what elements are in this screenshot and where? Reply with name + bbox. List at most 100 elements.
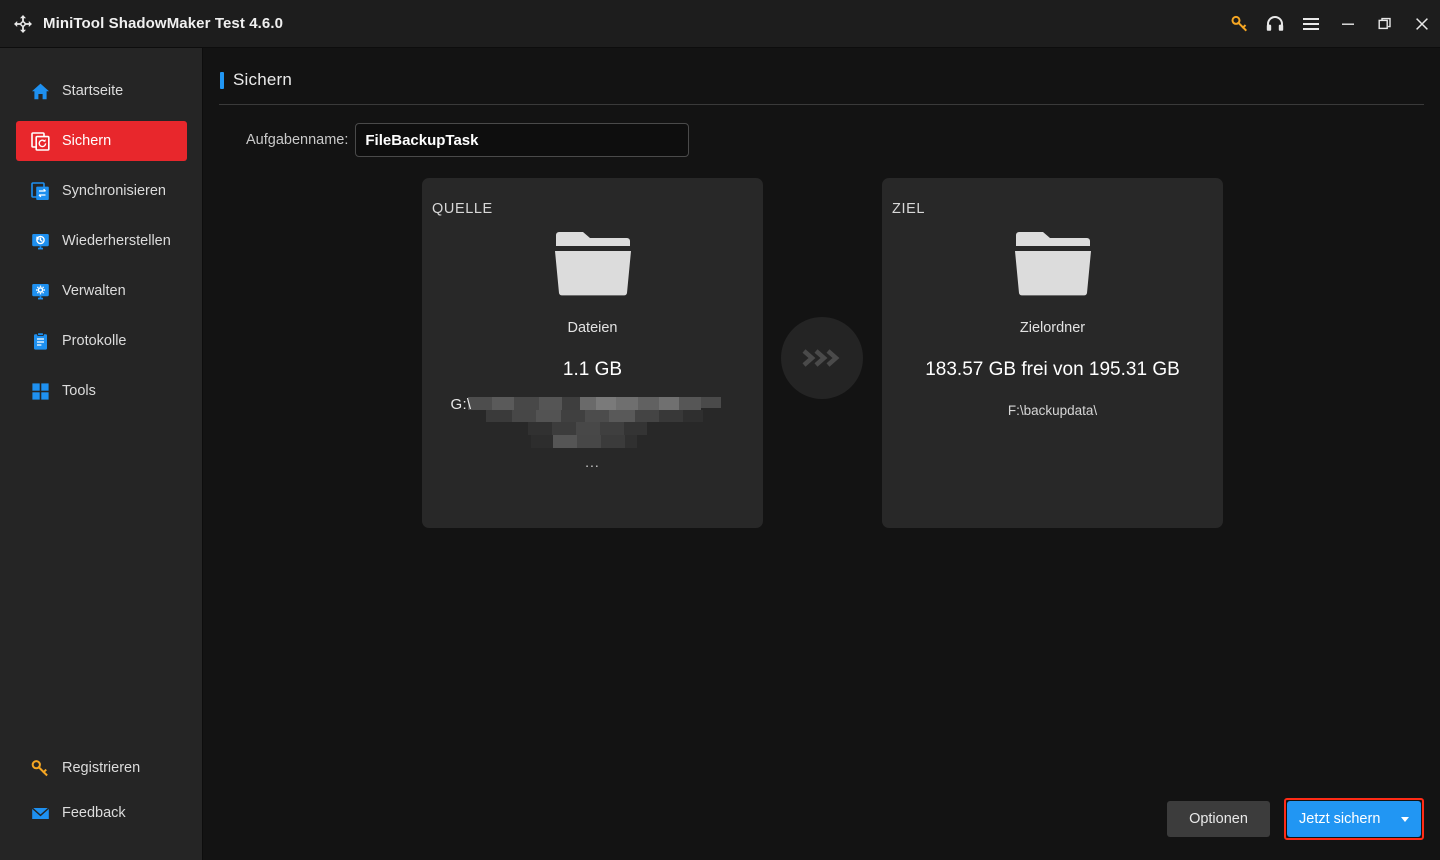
tools-grid-icon <box>30 381 50 401</box>
sidebar-item-startseite[interactable]: Startseite <box>16 71 187 111</box>
page-header: Sichern Aufgabenname: <box>203 48 1440 157</box>
sidebar-item-synchronisieren[interactable]: Synchronisieren <box>16 171 187 211</box>
close-icon[interactable] <box>1403 0 1440 48</box>
logs-clipboard-icon <box>30 331 50 351</box>
sidebar-item-wiederherstellen[interactable]: Wiederherstellen <box>16 221 187 261</box>
sidebar-item-label: Verwalten <box>62 283 126 299</box>
destination-card-tag: ZIEL <box>892 201 925 217</box>
title-accent-bar <box>220 72 224 89</box>
task-name-input[interactable] <box>355 123 689 157</box>
window-title: MiniTool ShadowMaker Test 4.6.0 <box>43 15 283 32</box>
page-title: Sichern <box>233 70 292 90</box>
redaction-block <box>562 397 580 410</box>
redaction-block <box>528 422 552 435</box>
header-divider <box>219 104 1424 105</box>
redaction-block <box>616 397 638 410</box>
sync-icon <box>30 181 50 201</box>
hamburger-menu-icon[interactable] <box>1293 0 1329 48</box>
destination-card-capacity: 183.57 GB frei von 195.31 GB <box>925 359 1180 381</box>
redaction-block <box>514 397 539 410</box>
redaction-block <box>492 397 514 410</box>
source-path-redacted: G:\ <box>443 396 743 474</box>
task-name-row: Aufgabenname: <box>219 123 1424 157</box>
main-spacer <box>203 528 1440 798</box>
redaction-block <box>552 422 576 435</box>
source-path-prefix: G:\ <box>451 396 472 413</box>
sidebar-item-tools[interactable]: Tools <box>16 371 187 411</box>
sidebar-item-registrieren[interactable]: Registrieren <box>16 748 187 788</box>
redaction-block <box>635 410 659 422</box>
redaction-block <box>580 397 596 410</box>
sidebar-spacer <box>0 416 202 743</box>
redaction-block <box>512 410 536 422</box>
folder-icon <box>553 230 633 301</box>
key-icon <box>30 758 50 778</box>
destination-card-kind: Zielordner <box>1020 320 1085 336</box>
sidebar-item-label: Sichern <box>62 133 111 149</box>
sidebar-item-verwalten[interactable]: Verwalten <box>16 271 187 311</box>
chevron-down-icon[interactable] <box>1401 817 1409 822</box>
redaction-block <box>585 410 609 422</box>
redaction-block <box>576 422 600 435</box>
sidebar-item-label: Registrieren <box>62 760 140 776</box>
redaction-block <box>659 410 683 422</box>
redaction-block <box>659 397 679 410</box>
sidebar-item-label: Startseite <box>62 83 123 99</box>
backup-now-label: Jetzt sichern <box>1299 811 1380 827</box>
action-bar: Optionen Jetzt sichern <box>203 798 1440 860</box>
redaction-block <box>486 410 512 422</box>
title-bar-controls <box>1221 0 1440 48</box>
sidebar-item-feedback[interactable]: Feedback <box>16 793 187 833</box>
redaction-block <box>679 397 701 410</box>
sidebar: Startseite Sichern <box>0 48 203 860</box>
folder-icon <box>1013 230 1093 301</box>
task-name-label: Aufgabenname: <box>246 132 348 148</box>
source-card[interactable]: QUELLE Dateien 1.1 GB G:\ <box>422 178 763 528</box>
redaction-block <box>553 435 577 448</box>
source-path-ellipsis: ... <box>443 454 743 470</box>
sidebar-item-label: Protokolle <box>62 333 126 349</box>
sidebar-item-protokolle[interactable]: Protokolle <box>16 321 187 361</box>
home-icon <box>30 81 50 101</box>
restore-window-icon[interactable] <box>1366 0 1403 48</box>
backup-cards-area: QUELLE Dateien 1.1 GB G:\ <box>203 178 1440 528</box>
backup-icon <box>30 131 50 151</box>
redaction-block <box>577 435 601 448</box>
redaction-block <box>561 410 585 422</box>
destination-card[interactable]: ZIEL Zielordner 183.57 GB frei von 195.3… <box>882 178 1223 528</box>
backup-now-button[interactable]: Jetzt sichern <box>1287 801 1421 837</box>
options-button[interactable]: Optionen <box>1167 801 1270 837</box>
shadowmaker-logo-icon <box>12 13 34 35</box>
application-window: MiniTool ShadowMaker Test 4.6.0 <box>0 0 1440 860</box>
sidebar-nav: Startseite Sichern <box>0 66 202 416</box>
source-card-tag: QUELLE <box>432 201 493 217</box>
title-bar-left: MiniTool ShadowMaker Test 4.6.0 <box>12 13 283 35</box>
redaction-block <box>609 410 635 422</box>
main-content: Sichern Aufgabenname: QUELLE <box>203 48 1440 860</box>
manage-gear-icon <box>30 281 50 301</box>
redaction-block <box>683 410 703 422</box>
sidebar-item-sichern[interactable]: Sichern <box>16 121 187 161</box>
triple-chevron-right-icon <box>781 317 863 399</box>
key-icon[interactable] <box>1221 0 1257 48</box>
page-title-row: Sichern <box>219 70 1424 90</box>
headset-icon[interactable] <box>1257 0 1293 48</box>
source-card-size: 1.1 GB <box>563 359 622 381</box>
redaction-block <box>601 435 625 448</box>
sidebar-item-label: Wiederherstellen <box>62 233 171 249</box>
sidebar-item-label: Tools <box>62 383 96 399</box>
title-bar: MiniTool ShadowMaker Test 4.6.0 <box>0 0 1440 48</box>
redaction-block <box>536 410 561 422</box>
redaction-block <box>531 435 553 448</box>
restore-icon <box>30 231 50 251</box>
redaction-block <box>701 397 721 408</box>
redaction-block <box>638 397 659 410</box>
envelope-icon <box>30 803 50 823</box>
destination-card-path: F:\backupdata\ <box>1008 403 1097 418</box>
sidebar-item-label: Feedback <box>62 805 126 821</box>
redaction-block <box>596 397 616 410</box>
source-card-kind: Dateien <box>568 320 618 336</box>
redaction-block <box>625 435 637 448</box>
redaction-block <box>600 422 624 435</box>
minimize-icon[interactable] <box>1329 0 1366 48</box>
